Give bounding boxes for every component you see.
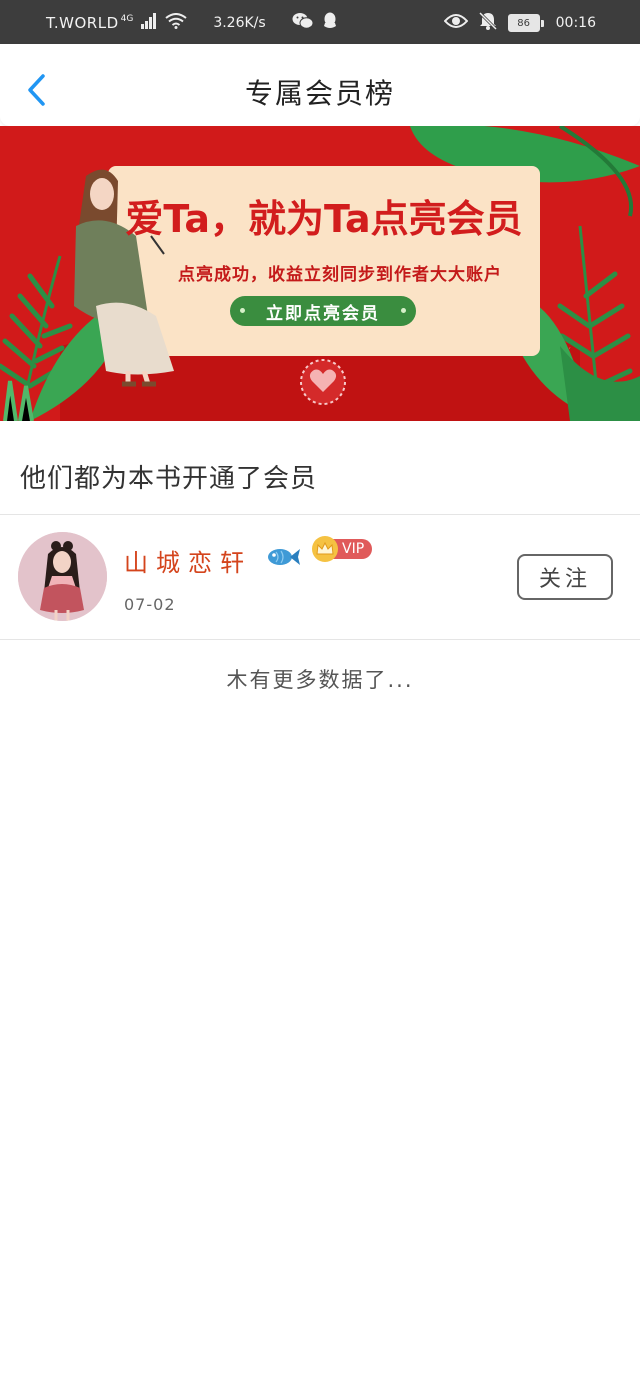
wechat-icon	[292, 12, 314, 34]
qq-icon	[322, 12, 338, 34]
promo-banner[interactable]: 爱Ta，就为Ta点亮会员 点亮成功，收益立刻同步到作者大大账户 立即点亮会员	[0, 126, 640, 421]
follow-button[interactable]: 关注	[517, 554, 613, 600]
banner-title: 爱Ta，就为Ta点亮会员	[125, 197, 523, 241]
app-header: 专属会员榜	[0, 44, 640, 126]
light-up-vip-button[interactable]: 立即点亮会员	[230, 296, 416, 326]
status-left: T.WORLD 4G 3.26K/s	[46, 12, 338, 34]
network-speed: 3.26K/s	[213, 15, 266, 31]
carrier-label: T.WORLD	[46, 14, 119, 32]
status-bar: T.WORLD 4G 3.26K/s 86 00:16	[0, 0, 640, 44]
divider	[0, 639, 640, 640]
avatar[interactable]	[18, 532, 107, 621]
bell-off-icon	[478, 11, 498, 35]
vip-badge: VIP	[312, 536, 373, 562]
wifi-icon	[165, 13, 187, 33]
list-item[interactable]: 山城恋轩 VIP 07-02 关注	[0, 515, 640, 639]
network-type: 4G	[120, 14, 134, 24]
vip-label: VIP	[332, 539, 373, 559]
member-date: 07-02	[124, 595, 176, 614]
clock: 00:16	[555, 15, 596, 31]
no-more-data-text: 木有更多数据了...	[226, 668, 414, 692]
fish-icon	[266, 543, 300, 571]
section-heading: 他们都为本书开通了会员	[20, 464, 318, 494]
banner-subtitle: 点亮成功，收益立刻同步到作者大大账户	[178, 265, 502, 285]
status-right: 86 00:16	[443, 11, 596, 35]
eye-icon	[443, 13, 468, 33]
page-title: 专属会员榜	[244, 77, 395, 110]
avatar-image	[18, 532, 107, 621]
battery-icon: 86	[507, 14, 544, 32]
signal-icon	[141, 13, 157, 33]
member-name[interactable]: 山城恋轩	[124, 543, 252, 578]
crown-icon	[312, 536, 338, 562]
